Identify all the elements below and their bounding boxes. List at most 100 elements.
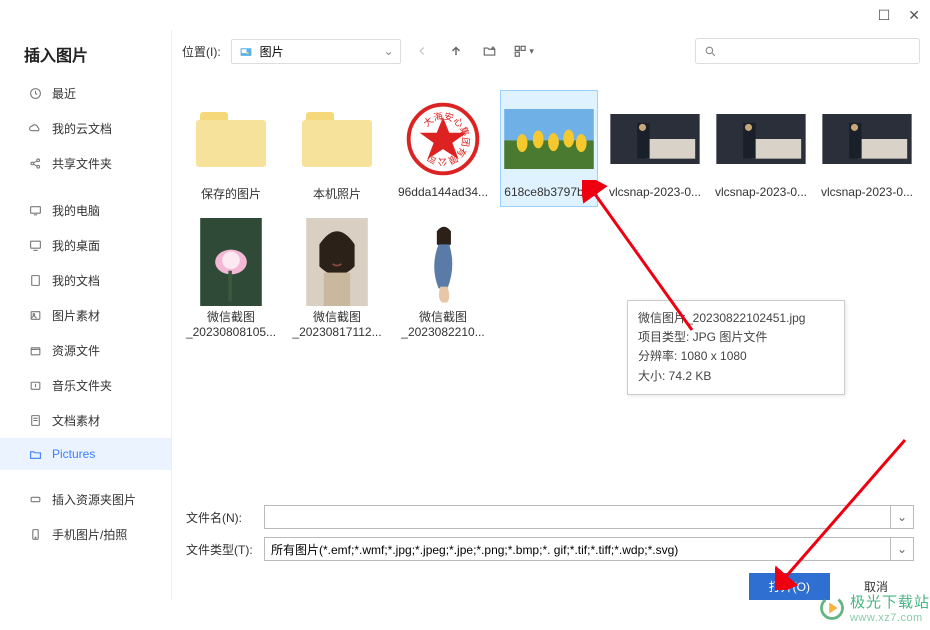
file-label: vlcsnap-2023-0... xyxy=(607,185,703,199)
image-icon xyxy=(28,309,42,323)
maximize-button[interactable]: ☐ xyxy=(878,7,891,24)
document-icon xyxy=(28,274,42,288)
up-button[interactable] xyxy=(443,38,469,64)
cloud-icon xyxy=(28,122,42,136)
file-item-image[interactable]: 微信截图_20230808105... xyxy=(182,213,280,344)
file-item-folder[interactable]: 保存的图片 xyxy=(182,90,280,207)
sidebar-item-label: 最近 xyxy=(52,85,76,102)
file-label: 618ce8b3797b... xyxy=(501,185,597,199)
sidebar-item-label: 我的文档 xyxy=(52,272,100,289)
share-icon xyxy=(28,157,42,171)
view-button[interactable]: ▾ xyxy=(511,38,537,64)
sidebar-item-pictures[interactable]: Pictures xyxy=(0,438,171,470)
file-label-2: _20230817112... xyxy=(289,325,385,339)
phone-icon xyxy=(28,528,42,542)
clock-icon xyxy=(28,87,42,101)
sidebar-item-recent[interactable]: 最近 xyxy=(0,76,171,111)
lotus-thumbnail xyxy=(200,218,262,306)
file-label: 微信截图 xyxy=(395,308,491,325)
monitor-icon xyxy=(28,204,42,218)
watermark-logo-icon xyxy=(818,594,846,622)
close-button[interactable]: ✕ xyxy=(908,7,920,24)
portrait-thumbnail xyxy=(306,218,368,306)
sidebar-item-resource[interactable]: 资源文件 xyxy=(0,333,171,368)
music-icon xyxy=(28,379,42,393)
file-label: 保存的图片 xyxy=(183,185,279,202)
sidebar: 插入图片 最近 我的云文档 共享文件夹 我的电脑 我的桌面 我的文档 图片素材 … xyxy=(0,30,172,600)
sidebar-item-mycomputer[interactable]: 我的电脑 xyxy=(0,193,171,228)
doc-icon xyxy=(28,414,42,428)
new-folder-button[interactable] xyxy=(477,38,503,64)
file-label: vlcsnap-2023-0... xyxy=(713,185,809,199)
file-label: 本机照片 xyxy=(289,185,385,202)
file-item-image[interactable]: 微信截图_2023082210... xyxy=(394,213,492,344)
filetype-value: 所有图片(*.emf;*.wmf;*.jpg;*.jpeg;*.jpe;*.pn… xyxy=(271,541,678,558)
sidebar-item-label: 共享文件夹 xyxy=(52,155,112,172)
file-item-image[interactable]: vlcsnap-2023-0... xyxy=(606,90,704,207)
sidebar-item-docassets[interactable]: 文档素材 xyxy=(0,403,171,438)
chevron-down-icon[interactable]: ⌄ xyxy=(890,538,907,560)
sidebar-item-label: 音乐文件夹 xyxy=(52,377,112,394)
file-label: 微信截图 xyxy=(183,308,279,325)
sidebar-item-label: 我的桌面 xyxy=(52,237,100,254)
file-label: vlcsnap-2023-0... xyxy=(819,185,915,199)
search-icon xyxy=(704,45,717,58)
file-label-2: _20230808105... xyxy=(183,325,279,339)
video-thumbnail xyxy=(716,114,806,164)
file-label-2: _2023082210... xyxy=(395,325,491,339)
sidebar-item-label: 文档素材 xyxy=(52,412,100,429)
sidebar-item-cloud[interactable]: 我的云文档 xyxy=(0,111,171,146)
filename-input[interactable]: ⌄ xyxy=(264,505,914,529)
file-item-folder[interactable]: 本机照片 xyxy=(288,90,386,207)
sidebar-item-label: Pictures xyxy=(52,447,95,461)
filetype-label: 文件类型(T): xyxy=(186,541,256,558)
filetype-select[interactable]: 所有图片(*.emf;*.wmf;*.jpg;*.jpeg;*.jpe;*.pn… xyxy=(264,537,914,561)
file-item-image[interactable]: 大海安心集团有限公司 96dda144ad34... xyxy=(394,90,492,207)
file-item-image[interactable]: vlcsnap-2023-0... xyxy=(818,90,916,207)
video-thumbnail xyxy=(822,114,912,164)
sidebar-item-phone[interactable]: 手机图片/拍照 xyxy=(0,517,171,552)
picture-folder-icon xyxy=(238,45,254,58)
file-grid: 保存的图片 本机照片 大海安心集团有限公司 96dda144ad34... 618… xyxy=(172,72,930,499)
tooltip-resolution: 分辨率: 1080 x 1080 xyxy=(638,347,834,366)
box-icon xyxy=(28,344,42,358)
sidebar-item-imageassets[interactable]: 图片素材 xyxy=(0,298,171,333)
sidebar-item-label: 我的电脑 xyxy=(52,202,100,219)
location-select[interactable]: 图片 ⌄ xyxy=(231,39,401,64)
dialog-footer: 文件名(N): ⌄ 文件类型(T): 所有图片(*.emf;*.wmf;*.jp… xyxy=(172,499,930,600)
location-label: 位置(I): xyxy=(182,43,221,60)
file-label: 96dda144ad34... xyxy=(395,185,491,199)
file-item-image-selected[interactable]: 618ce8b3797b... xyxy=(500,90,598,207)
stamp-thumbnail: 大海安心集团有限公司 xyxy=(404,100,482,178)
file-tooltip: 微信图片_20230822102451.jpg 项目类型: JPG 图片文件 分… xyxy=(627,300,845,395)
file-item-image[interactable]: 微信截图_20230817112... xyxy=(288,213,386,344)
filename-label: 文件名(N): xyxy=(186,509,256,526)
sidebar-item-music[interactable]: 音乐文件夹 xyxy=(0,368,171,403)
tulips-thumbnail xyxy=(504,109,594,169)
file-item-image[interactable]: vlcsnap-2023-0... xyxy=(712,90,810,207)
toolbar: 位置(I): 图片 ⌄ ▾ xyxy=(172,30,930,72)
watermark-title: 极光下载站 xyxy=(850,591,930,612)
sidebar-item-label: 插入资源夹图片 xyxy=(52,491,136,508)
watermark-url: www.xz7.com xyxy=(850,612,930,624)
desktop-icon xyxy=(28,239,42,253)
sidebar-item-shared[interactable]: 共享文件夹 xyxy=(0,146,171,181)
sidebar-item-desktop[interactable]: 我的桌面 xyxy=(0,228,171,263)
search-input[interactable] xyxy=(695,38,920,64)
sidebar-item-label: 手机图片/拍照 xyxy=(52,526,127,543)
sidebar-item-label: 资源文件 xyxy=(52,342,100,359)
sidebar-item-mydocs[interactable]: 我的文档 xyxy=(0,263,171,298)
chevron-down-icon[interactable]: ⌄ xyxy=(890,506,907,528)
dialog-title: 插入图片 xyxy=(0,30,171,76)
location-value: 图片 xyxy=(260,43,284,60)
tooltip-size: 大小: 74.2 KB xyxy=(638,367,834,386)
link-icon xyxy=(28,493,42,507)
back-button[interactable] xyxy=(409,38,435,64)
sidebar-item-insert-resource[interactable]: 插入资源夹图片 xyxy=(0,482,171,517)
figure-thumbnail xyxy=(412,218,474,306)
tooltip-filename: 微信图片_20230822102451.jpg xyxy=(638,309,834,328)
video-thumbnail xyxy=(610,114,700,164)
sidebar-item-label: 我的云文档 xyxy=(52,120,112,137)
sidebar-item-label: 图片素材 xyxy=(52,307,100,324)
watermark: 极光下载站 www.xz7.com xyxy=(818,591,930,624)
